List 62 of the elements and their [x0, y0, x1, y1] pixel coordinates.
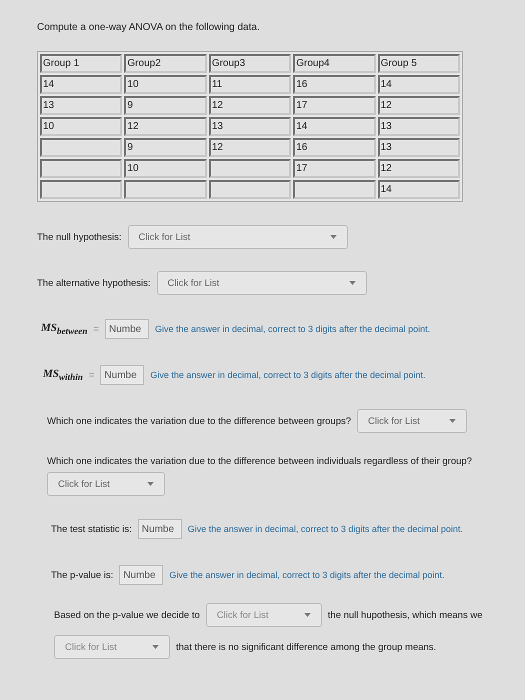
table-cell: 14 — [378, 75, 460, 94]
hint-text: Give the answer in decimal, correct to 3 digits after the decimal point. — [154, 324, 430, 334]
caret-icon — [348, 281, 356, 285]
table-cell: 10 — [40, 117, 122, 136]
sentence-text: that there is no significant difference among the group means. — [176, 642, 436, 652]
caret-icon — [304, 613, 311, 617]
table-cell: 16 — [293, 75, 376, 94]
column-header: Group 1 — [40, 54, 122, 73]
sentence-text: Based on the p-value we decide to — [54, 610, 200, 620]
table-cell: 12 — [208, 138, 292, 157]
table-cell: 17 — [293, 96, 376, 115]
math-label: MS$_{within}$ — [43, 368, 83, 382]
table-cell: 17 — [293, 159, 376, 178]
question-label: The test statistic is: — [51, 524, 132, 534]
table-cell: 11 — [208, 75, 292, 94]
caret-icon — [152, 645, 159, 649]
question-text: Compute a one-way ANOVA on the following data. — [37, 22, 261, 33]
equals-sign: = — [88, 370, 94, 380]
question-label: Which one indicates the variation due to the difference between groups? — [47, 416, 352, 426]
table-cell: 13 — [40, 96, 122, 115]
dropdown[interactable]: Click for List — [54, 635, 170, 659]
number-field[interactable]: Numbe — [119, 565, 164, 585]
caret-icon — [147, 482, 154, 486]
caret-icon — [330, 235, 336, 239]
number-field[interactable]: Numbe — [104, 319, 149, 339]
question-label: Which one indicates the variation due to the difference between individuals regardless of their group? — [47, 456, 473, 467]
table-cell: 12 — [378, 96, 460, 115]
hint-text: Give the answer in decimal, correct to 3 digits after the decimal point. — [169, 570, 444, 580]
column-header: Group4 — [293, 54, 376, 73]
table-cell: 10 — [124, 75, 207, 94]
table-cell: 14 — [40, 75, 122, 94]
question-label: The p-value is: — [51, 570, 114, 580]
table-cell: 13 — [208, 117, 292, 136]
question-label: The alternative hypothesis: — [37, 278, 151, 288]
dropdown[interactable]: Click for List — [128, 225, 348, 249]
question-label: The null hypothesis: — [37, 232, 122, 242]
table-cell: 9 — [124, 138, 207, 157]
table-cell: 12 — [124, 117, 207, 136]
table-cell: 13 — [378, 138, 460, 157]
table-cell: 14 — [293, 117, 376, 136]
table-cell: 13 — [378, 117, 460, 136]
column-header: Group 5 — [378, 54, 460, 73]
dropdown[interactable]: Click for List — [206, 603, 322, 627]
number-field[interactable]: Numbe — [138, 519, 182, 539]
dropdown[interactable]: Click for List — [156, 271, 367, 295]
math-label: MS$_{between}$ — [41, 322, 88, 336]
caret-icon — [449, 419, 456, 423]
hint-text: Give the answer in decimal, correct to 3 digits after the decimal point. — [150, 370, 426, 380]
table-cell: 9 — [124, 96, 207, 115]
dropdown[interactable]: Click for List — [357, 409, 468, 433]
table-cell: 16 — [293, 138, 376, 157]
hint-text: Give the answer in decimal, correct to 3 digits after the decimal point. — [188, 524, 463, 534]
equals-sign: = — [93, 324, 99, 334]
table-cell: 12 — [378, 159, 460, 178]
number-field[interactable]: Numbe — [100, 365, 144, 385]
table-cell: 10 — [124, 159, 207, 178]
table-cell: 12 — [208, 96, 292, 115]
dropdown[interactable]: Click for List — [47, 472, 165, 496]
table-cell: 14 — [378, 180, 460, 199]
column-header: Group3 — [208, 54, 292, 73]
column-header: Group2 — [124, 54, 207, 73]
sentence-text: the null hupothesis, which means we — [328, 610, 482, 620]
